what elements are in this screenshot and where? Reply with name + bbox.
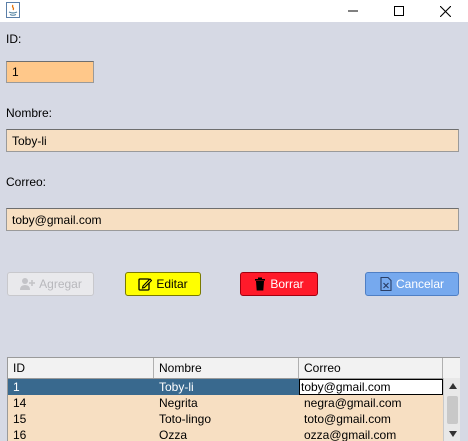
java-app-icon [6,2,20,18]
borrar-label: Borrar [270,277,304,291]
column-header-id[interactable]: ID [8,358,154,378]
close-icon [439,5,451,17]
borrar-button[interactable]: Borrar [240,272,318,296]
cancelar-button[interactable]: Cancelar [365,272,459,296]
correo-field[interactable]: toby@gmail.com [6,208,459,231]
title-bar [0,0,468,22]
cell-correo: negra@gmail.com [304,396,402,410]
scroll-thumb[interactable] [447,396,458,424]
agregar-button[interactable]: Agregar [7,272,94,296]
cell-nombre: Toby-li [159,380,194,394]
cell-nombre: Toto-lingo [159,412,212,426]
cell-id: 16 [13,428,27,441]
edit-icon [138,278,153,291]
table-header: ID Nombre Correo [8,358,460,379]
cell-id: 15 [13,412,27,426]
scroll-down-button[interactable] [444,426,460,441]
cell-id: 1 [13,380,20,394]
editar-button[interactable]: Editar [125,272,201,296]
cancelar-label: Cancelar [395,277,445,291]
id-label: ID: [6,32,22,46]
agregar-label: Agregar [39,277,82,291]
correo-label: Correo: [6,175,47,189]
id-field[interactable]: 1 [6,61,94,83]
close-button[interactable] [422,0,468,22]
cancel-file-icon [380,277,392,291]
cell-nombre: Ozza [159,428,188,441]
arrow-down-icon [448,431,457,437]
cell-correo: toto@gmail.com [304,412,391,426]
cell-nombre: Negrita [159,396,198,410]
table-row[interactable]: 15 Toto-lingo toto@gmail.com [8,411,443,427]
nombre-label: Nombre: [6,106,53,120]
cell-correo-editing[interactable]: toby@gmail.com [299,379,443,395]
table-row[interactable]: 14 Negrita negra@gmail.com [8,395,443,411]
column-header-correo[interactable]: Correo [299,358,443,378]
minimize-button[interactable] [330,0,376,22]
add-user-icon [20,278,36,290]
table-row[interactable]: 16 Ozza ozza@gmail.com [8,427,443,441]
maximize-icon [394,6,404,16]
minimize-icon [348,10,358,12]
scroll-up-button[interactable] [444,378,460,394]
trash-icon [255,277,266,291]
cell-id: 14 [13,396,27,410]
table-row[interactable]: 1 Toby-li toby@gmail.com [8,379,443,395]
users-table[interactable]: ID Nombre Correo 1 Toby-li toby@gmail.co… [7,357,460,441]
table-scrollbar[interactable] [443,378,460,441]
editar-label: Editar [156,277,188,291]
cell-correo: ozza@gmail.com [304,428,397,441]
nombre-field[interactable]: Toby-li [6,129,459,152]
column-header-nombre[interactable]: Nombre [154,358,299,378]
arrow-up-icon [448,383,457,389]
maximize-button[interactable] [376,0,422,22]
